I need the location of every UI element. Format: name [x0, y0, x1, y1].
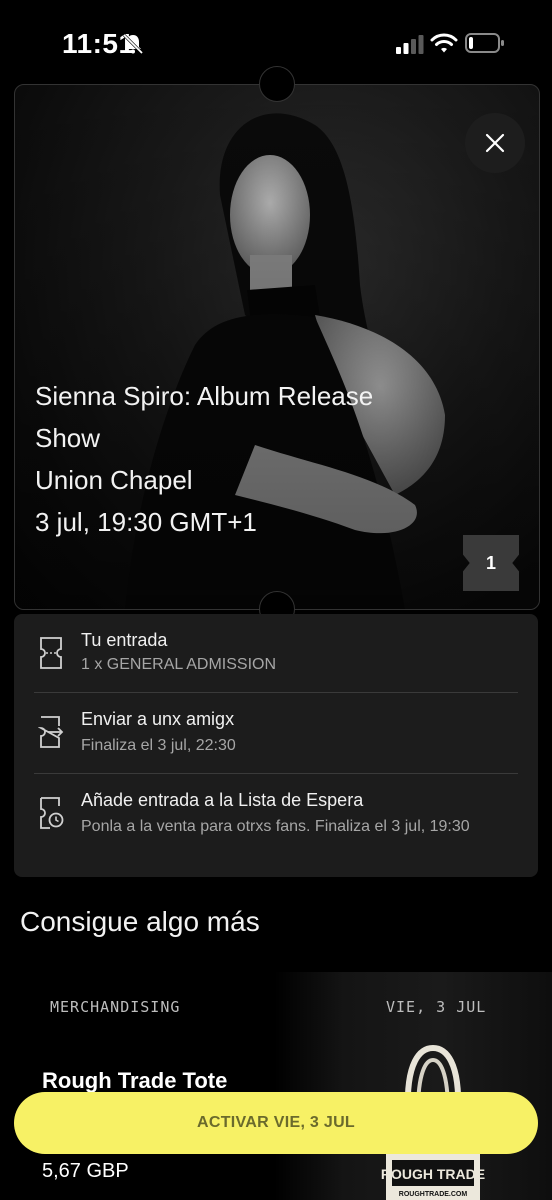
section-title: Consigue algo más	[20, 906, 260, 937]
ticket-actions-panel: Tu entrada 1 x GENERAL ADMISSION Enviar …	[14, 614, 538, 877]
merch-price: 5,67 GBP	[42, 1160, 129, 1182]
battery-icon	[465, 33, 504, 53]
signal-icon	[396, 35, 424, 54]
action-title: Añade entrada a la Lista de Espera	[81, 790, 364, 810]
event-date: 3 jul, 19:30 GMT+1	[35, 507, 257, 537]
svg-text:ROUGHTRADE.COM: ROUGHTRADE.COM	[399, 1191, 468, 1198]
action-subtitle: Ponla a la venta para otrxs fans. Finali…	[81, 818, 470, 835]
ticket-card[interactable]: Sienna Spiro: Album Release Show Union C…	[14, 84, 540, 610]
merch-category-label: MERCHANDISING	[50, 998, 181, 1016]
wifi-icon	[430, 33, 458, 53]
ticket-count-badge[interactable]: 1	[463, 535, 519, 591]
event-title: Sienna Spiro: Album Release Show	[35, 381, 374, 453]
action-title: Tu entrada	[81, 630, 168, 650]
svg-text:ROUGH TRADE: ROUGH TRADE	[381, 1166, 485, 1182]
close-icon	[485, 133, 505, 153]
merch-name: Rough Trade Tote	[42, 1068, 228, 1093]
bell-off-icon	[122, 33, 144, 55]
action-row-waitlist[interactable]: Añade entrada a la Lista de Espera Ponla…	[14, 774, 538, 877]
action-title: Enviar a unx amigx	[81, 709, 235, 729]
action-subtitle: Finaliza el 3 jul, 22:30	[81, 737, 236, 754]
action-subtitle: 1 x GENERAL ADMISSION	[81, 656, 277, 673]
ticket-notch-top	[259, 66, 295, 102]
merch-card[interactable]: ROUGH TRADE ROUGHTRADE.COM MERCHANDISING…	[20, 972, 552, 1200]
waitlist-ticket-icon	[40, 797, 64, 829]
merch-date: VIE, 3 JUL	[386, 998, 487, 1016]
close-button[interactable]	[465, 113, 525, 173]
send-ticket-icon	[38, 716, 64, 748]
activate-ticket-button[interactable]: ACTIVAR VIE, 3 JUL	[14, 1092, 538, 1154]
event-venue: Union Chapel	[35, 465, 193, 495]
ticket-icon	[40, 637, 62, 669]
action-row-send-to-friend[interactable]: Enviar a unx amigx Finaliza el 3 jul, 22…	[14, 693, 538, 773]
action-row-your-ticket[interactable]: Tu entrada 1 x GENERAL ADMISSION	[14, 614, 538, 692]
